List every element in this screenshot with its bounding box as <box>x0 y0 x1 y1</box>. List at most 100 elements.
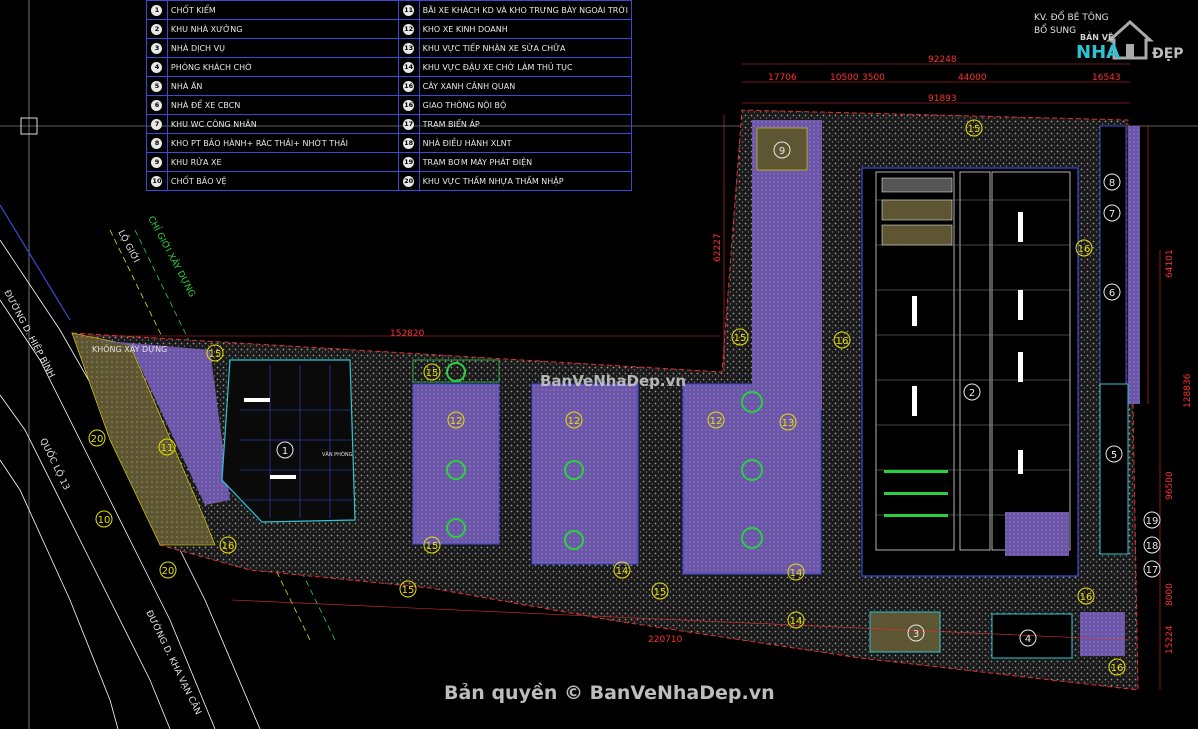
label-van-phong: VĂN PHÒNG <box>322 451 353 458</box>
legend-label: BÃI XE KHÁCH KD VÀ KHO TRƯNG BÀY NGOÀI T… <box>418 0 633 20</box>
svg-text:1: 1 <box>282 446 288 457</box>
zone-marker: 20 <box>88 429 106 447</box>
dim-91893: 91893 <box>928 94 957 104</box>
legend-label: NHÀ ĐỂ XE CBCN <box>166 95 399 115</box>
svg-text:4: 4 <box>1025 634 1031 645</box>
legend-number: 3 <box>146 38 168 58</box>
svg-text:5: 5 <box>1111 450 1117 461</box>
dim-64101: 64101 <box>1165 249 1175 278</box>
legend-number-badge: 16 <box>403 80 415 92</box>
legend-number-badge: 10 <box>151 175 163 187</box>
dim-3500: 3500 <box>862 73 885 83</box>
zone-marker: 10 <box>95 510 113 528</box>
legend-label: KHO XE KINH DOANH <box>418 19 633 39</box>
svg-text:16: 16 <box>1080 592 1093 603</box>
zone-marker: 18 <box>1143 536 1161 554</box>
dim-220710: 220710 <box>648 635 683 645</box>
logo-text-top: BẢN VẼ <box>1080 31 1113 42</box>
legend-number: 12 <box>397 19 420 39</box>
svg-text:16: 16 <box>222 541 235 552</box>
svg-text:12: 12 <box>450 416 463 427</box>
legend-number-badge: 17 <box>403 118 415 130</box>
legend-label: CHỐT KIỂM <box>166 0 399 20</box>
svg-text:13: 13 <box>782 418 795 429</box>
zone-4-waiting <box>991 613 1073 659</box>
banvenhadep-logo: BẢN VẼ NHÀ ĐẸP <box>1048 10 1188 66</box>
zone-1-building <box>221 359 356 523</box>
legend-number: 19 <box>397 152 420 172</box>
svg-text:14: 14 <box>790 616 803 627</box>
dim-15224: 15224 <box>1165 625 1175 654</box>
legend-row: 1 CHỐT KIỂM 11 BÃI XE KHÁCH KD VÀ KHO TRƯNG… <box>146 0 633 20</box>
legend-number: 8 <box>146 133 168 153</box>
zone-6-parking <box>1099 125 1127 405</box>
dim-44000: 44000 <box>958 73 987 83</box>
legend-label: KHU NHÀ XƯỞNG <box>166 19 399 39</box>
legend-number: 17 <box>397 114 420 134</box>
legend-number-badge: 12 <box>403 23 415 35</box>
legend-number: 1 <box>146 0 168 20</box>
dim-152820: 152820 <box>390 329 425 339</box>
svg-text:12: 12 <box>568 416 581 427</box>
svg-text:15: 15 <box>426 541 439 552</box>
dim-96500: 96500 <box>1165 471 1175 500</box>
legend-number: 16 <box>397 76 420 96</box>
legend-label: KHU VỰC THẤM NHỰA THẤM NHẬP <box>418 171 633 191</box>
svg-text:20: 20 <box>91 434 104 445</box>
legend-label: KHU VỰC ĐẬU XE CHỜ LÀM THỦ TỤC <box>418 57 633 77</box>
svg-text:15: 15 <box>402 585 415 596</box>
legend-number-badge: 6 <box>151 99 163 111</box>
legend-number-badge: 9 <box>151 156 163 168</box>
legend-number: 11 <box>397 0 420 20</box>
svg-text:12: 12 <box>710 416 723 427</box>
legend-label: GIAO THÔNG NỘI BỘ <box>418 95 633 115</box>
legend-label: KHO PT BẢO HÀNH+ RÁC THẢI+ NHỚT THẢI <box>166 133 399 153</box>
legend-row: 9 KHU RỬA XE 19 TRẠM BƠM MÁY PHÁT ĐIỆN <box>146 152 633 172</box>
legend-label: KHU WC CÔNG NHÂN <box>166 114 399 134</box>
legend-row: 3 NHÀ DỊCH VỤ 13 KHU VỰC TIẾP NHẬN XE SỬA C… <box>146 38 633 58</box>
zone-marker: 19 <box>1143 511 1161 529</box>
svg-text:15: 15 <box>654 587 667 598</box>
legend-row: 2 KHU NHÀ XƯỞNG 12 KHO XE KINH DOANH <box>146 19 633 39</box>
label-chi-gioi: CHỈ GIỚI XÂY DỰNG <box>145 214 198 299</box>
zone-5-canteen <box>1099 383 1129 555</box>
legend-row: 5 NHÀ ĂN 16 CÂY XANH CẢNH QUAN <box>146 76 633 96</box>
svg-text:2: 2 <box>969 388 975 399</box>
legend-label: NHÀ ĐIỀU HÀNH XLNT <box>418 133 633 153</box>
svg-text:15: 15 <box>734 333 747 344</box>
legend-number: 5 <box>146 76 168 96</box>
svg-text:15: 15 <box>968 124 981 135</box>
legend-label: NHÀ ĂN <box>166 76 399 96</box>
zone-bottom-purple <box>1080 612 1125 656</box>
legend-number: 20 <box>397 171 420 191</box>
legend-number-badge: 1 <box>151 4 163 16</box>
legend-number-badge: 5 <box>151 80 163 92</box>
legend-table: 1 CHỐT KIỂM 11 BÃI XE KHÁCH KD VÀ KHO TRƯNG… <box>146 0 633 191</box>
svg-text:3: 3 <box>913 629 919 640</box>
legend-number: 6 <box>146 95 168 115</box>
legend-label: CÂY XANH CẢNH QUAN <box>418 76 633 96</box>
legend-row: 10 CHỐT BẢO VỆ 20 KHU VỰC THẤM NHỰA THẤM NH… <box>146 171 633 191</box>
legend-number: 7 <box>146 114 168 134</box>
zone-3-service <box>869 611 941 653</box>
zone-marker: 17 <box>1143 560 1161 578</box>
label-khong-xay-dung: KHÔNG XÂY DỰNG <box>92 343 167 354</box>
legend-number: 14 <box>397 57 420 77</box>
svg-text:14: 14 <box>616 566 629 577</box>
legend-label: TRẠM BIẾN ÁP <box>418 114 633 134</box>
logo-mark: BẢN VẼ NHÀ ĐẸP <box>1076 19 1184 63</box>
legend-number-badge: 13 <box>403 42 415 54</box>
svg-text:14: 14 <box>790 568 803 579</box>
legend-label: NHÀ DỊCH VỤ <box>166 38 399 58</box>
zone-marker: 20 <box>159 561 177 579</box>
legend-number-badge: 16 <box>403 99 415 111</box>
dim-128836: 128836 <box>1183 373 1193 408</box>
svg-text:19: 19 <box>1146 516 1159 527</box>
legend-number-badge: 2 <box>151 23 163 35</box>
legend-number: 18 <box>397 133 420 153</box>
legend-number-badge: 19 <box>403 156 415 168</box>
legend-number: 9 <box>146 152 168 172</box>
legend-number: 4 <box>146 57 168 77</box>
legend-label: KHU VỰC TIẾP NHẬN XE SỬA CHỮA <box>418 38 633 58</box>
legend-number: 2 <box>146 19 168 39</box>
